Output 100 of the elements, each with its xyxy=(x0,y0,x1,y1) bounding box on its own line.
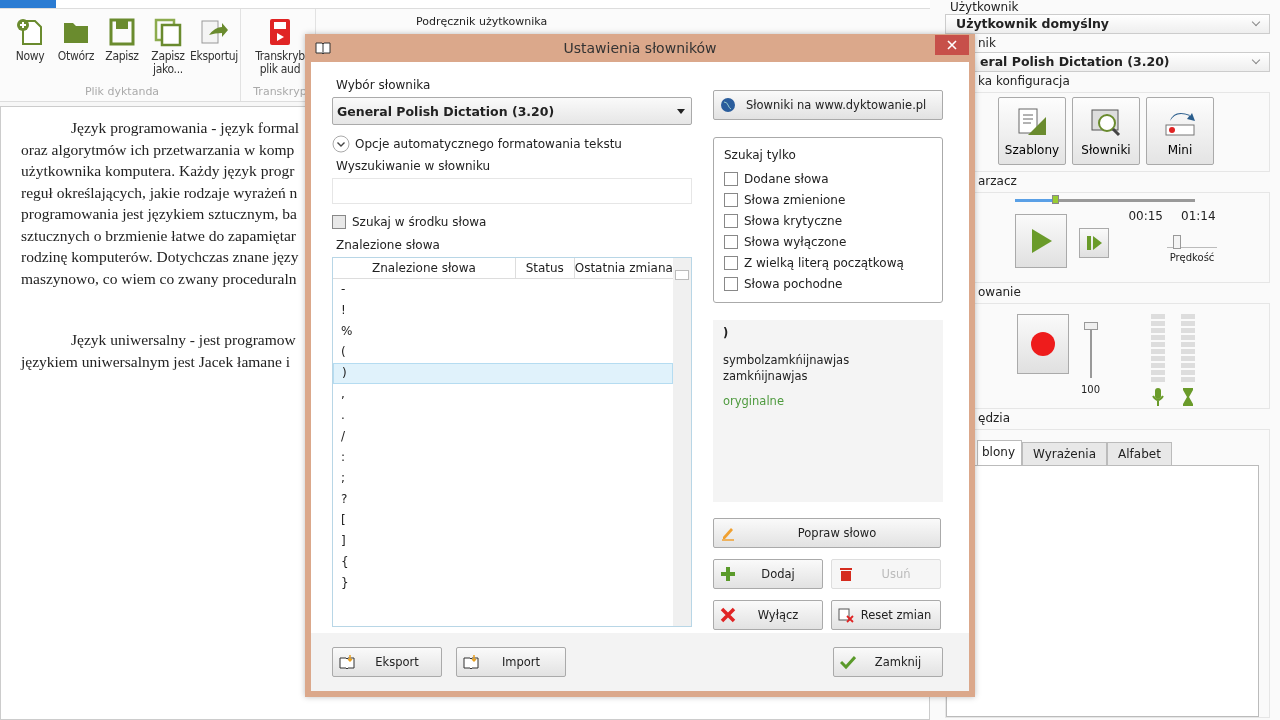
elapsed-time: 00:15 xyxy=(1128,208,1163,223)
config-button[interactable]: Słowniki xyxy=(1072,96,1140,165)
document-text-line: Język uniwersalny - jest programow xyxy=(70,330,296,350)
dictionary-label: nik xyxy=(978,35,996,52)
tools-tab[interactable]: Alfabet xyxy=(1107,442,1172,465)
checkbox[interactable] xyxy=(724,214,738,228)
total-time: 01:14 xyxy=(1181,208,1216,223)
reset-icon xyxy=(838,607,854,623)
section-title: arzacz xyxy=(978,173,1017,190)
dictionary-dropdown[interactable]: General Polish Dictation (3.20) xyxy=(332,97,692,125)
tools-tab[interactable]: blony xyxy=(977,440,1022,465)
checkbox[interactable] xyxy=(724,172,738,186)
action-button[interactable]: Popraw słowo xyxy=(713,518,941,548)
word-row[interactable]: : xyxy=(333,447,673,468)
word-row[interactable]: - xyxy=(333,279,673,300)
document-text-line: rodzinę komputerów. Dotychczas znane języ xyxy=(21,247,299,267)
caret-icon xyxy=(677,108,685,114)
user-label: Użytkownik xyxy=(950,0,1019,14)
word-row[interactable]: ] xyxy=(333,531,673,552)
word-text: ) xyxy=(723,326,730,340)
checkbox-label: Dodane słowa xyxy=(744,172,829,186)
new-file-icon xyxy=(15,17,45,47)
close-icon xyxy=(947,40,957,50)
checkbox-label: Słowa krytyczne xyxy=(744,214,843,228)
word-row[interactable]: [ xyxy=(333,510,673,531)
action-button[interactable]: Wyłącz xyxy=(713,600,823,630)
results-label: Znalezione słowa xyxy=(335,238,441,252)
ribbon-button[interactable]: Nowy xyxy=(8,15,52,78)
play-button[interactable] xyxy=(1015,213,1067,268)
checkbox-label: Słowa pochodne xyxy=(744,277,843,291)
globe-icon xyxy=(720,97,736,113)
speed-slider[interactable] xyxy=(1167,234,1217,248)
word-row[interactable]: ? xyxy=(333,489,673,510)
action-button[interactable]: Dodaj xyxy=(713,559,823,589)
footer-button[interactable]: Eksport xyxy=(332,647,442,677)
word-row[interactable]: / xyxy=(333,426,673,447)
word-row[interactable]: . xyxy=(333,405,673,426)
word-row[interactable]: , xyxy=(333,384,673,405)
dictionary-label: Wybór słownika xyxy=(335,78,432,92)
checkbox[interactable] xyxy=(724,235,738,249)
expand-chevron-icon[interactable] xyxy=(332,135,350,153)
column-header[interactable]: Ostatnia zmiana xyxy=(574,258,673,278)
website-button[interactable]: Słowniki na www.dyktowanie.pl xyxy=(713,90,943,120)
footer-button[interactable]: Zamknij xyxy=(833,647,943,677)
document-text-line: oraz algorytmów ich przetwarzania w komp xyxy=(21,139,295,160)
export-arrow-icon xyxy=(199,17,229,47)
config-button[interactable]: Mini xyxy=(1146,96,1214,165)
dialog-title: Ustawienia słowników xyxy=(563,40,717,56)
user-dropdown[interactable]: Użytkownik domyślny xyxy=(945,14,1270,34)
word-row[interactable]: ) xyxy=(333,363,673,384)
word-row[interactable]: ; xyxy=(333,468,673,489)
book-arrow-icon xyxy=(339,654,355,670)
word-row[interactable]: % xyxy=(333,321,673,342)
scrollbar[interactable] xyxy=(673,258,691,626)
ribbon-button[interactable]: Zapisz xyxy=(100,15,144,78)
search-field[interactable] xyxy=(332,178,692,204)
volume-label: 100 xyxy=(1081,384,1101,396)
level-meter-drawing xyxy=(1150,314,1167,385)
ribbon-group-label: Plik dyktanda xyxy=(84,85,160,98)
book-icon xyxy=(315,41,331,55)
config-button[interactable]: Szablony xyxy=(998,96,1066,165)
word-forms-text: symbolzamkńijnawjas zamkńijnawjas xyxy=(723,352,851,384)
checkmark-icon xyxy=(840,654,856,670)
expander-label[interactable]: Opcje automatycznego formatowania tekstu xyxy=(355,137,622,151)
document-text-line: maszynowo, co wiem co zwany proceduraln xyxy=(21,268,297,289)
footer-button[interactable]: Import xyxy=(456,647,566,677)
checkbox[interactable] xyxy=(724,256,738,270)
word-row[interactable]: { xyxy=(333,552,673,573)
pencil-icon xyxy=(720,525,736,541)
ribbon-group-label: Transkryp xyxy=(253,85,307,98)
tools-tab[interactable]: Wyrażenia xyxy=(1022,442,1108,465)
record-button[interactable] xyxy=(1017,314,1069,375)
next-button[interactable] xyxy=(1079,227,1109,258)
checkbox-label: Z wielką literą początkową xyxy=(744,256,904,270)
search-label: Wyszukiwanie w słowniku xyxy=(335,159,492,173)
word-row[interactable]: } xyxy=(333,573,673,594)
action-button[interactable]: Reset zmian xyxy=(831,600,941,630)
word-row[interactable]: ! xyxy=(333,300,673,321)
ribbon-button[interactable]: Zapisz jako... xyxy=(146,15,190,78)
document-text-line: programowania jest językiem sztucznym, ba xyxy=(21,204,297,224)
word-row[interactable]: ( xyxy=(333,342,673,363)
column-header[interactable]: Znalezione słowa xyxy=(333,258,516,278)
checkbox[interactable] xyxy=(332,215,346,229)
floppy-disks-icon xyxy=(153,17,183,47)
section-title: ędzia xyxy=(978,411,1010,427)
document-text-line: sztucznych o brzmienie łatwe do zapamiętar xyxy=(21,225,296,246)
plus-icon xyxy=(720,566,736,582)
help-link[interactable]: Podręcznik użytkownika xyxy=(416,15,548,28)
column-header[interactable]: Status xyxy=(515,258,575,278)
checkbox[interactable] xyxy=(724,193,738,207)
ribbon-button[interactable]: Eksportuj xyxy=(192,15,236,78)
ribbon-button[interactable]: Otwórz xyxy=(54,15,98,78)
filter-title: Szukaj tylko xyxy=(724,148,797,162)
microphone-icon xyxy=(1151,387,1166,408)
playback-slider[interactable] xyxy=(1015,198,1195,202)
checkbox[interactable] xyxy=(724,277,738,291)
document-text-line: Język programowania - język formal xyxy=(70,118,300,138)
level-meter-drawing xyxy=(1180,314,1197,385)
trash-icon xyxy=(838,566,854,582)
close-button[interactable] xyxy=(935,35,969,55)
